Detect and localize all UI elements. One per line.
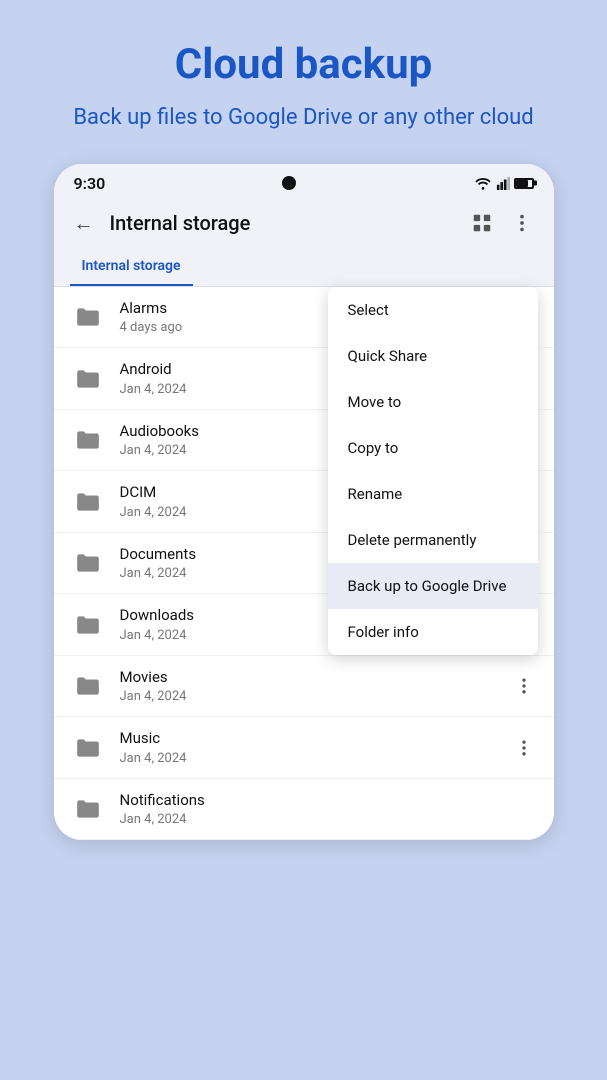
list-item: Notifications Jan 4, 2024 bbox=[54, 779, 554, 841]
file-date: Jan 4, 2024 bbox=[120, 689, 510, 704]
file-name: Music bbox=[120, 729, 510, 749]
file-list: Alarms 4 days ago Select Quick Share Mov… bbox=[54, 287, 554, 841]
menu-item-backup-google-drive[interactable]: Back up to Google Drive bbox=[328, 563, 538, 609]
file-name: Notifications bbox=[120, 791, 538, 811]
header-section: Cloud backup Back up files to Google Dri… bbox=[0, 0, 607, 154]
file-info: Music Jan 4, 2024 bbox=[120, 729, 510, 766]
file-date: Jan 4, 2024 bbox=[120, 751, 510, 766]
status-icons bbox=[474, 176, 534, 190]
overflow-menu-button[interactable] bbox=[506, 207, 538, 239]
status-time: 9:30 bbox=[74, 174, 106, 193]
toolbar-icons bbox=[466, 207, 538, 239]
wifi-icon bbox=[474, 176, 492, 190]
menu-item-folder-info[interactable]: Folder info bbox=[328, 609, 538, 655]
back-button[interactable]: ← bbox=[70, 207, 98, 240]
file-name: Movies bbox=[120, 668, 510, 688]
battery-icon bbox=[514, 178, 534, 189]
folder-icon bbox=[70, 299, 106, 335]
folder-icon bbox=[70, 422, 106, 458]
folder-icon bbox=[70, 484, 106, 520]
list-item: Movies Jan 4, 2024 bbox=[54, 656, 554, 718]
context-menu: Select Quick Share Move to Copy to Renam… bbox=[328, 287, 538, 655]
list-item: Alarms 4 days ago Select Quick Share Mov… bbox=[54, 287, 554, 349]
camera-dot bbox=[282, 176, 296, 190]
menu-item-quick-share[interactable]: Quick Share bbox=[328, 333, 538, 379]
folder-icon bbox=[70, 545, 106, 581]
folder-icon bbox=[70, 361, 106, 397]
list-item: Music Jan 4, 2024 bbox=[54, 717, 554, 779]
file-info: Notifications Jan 4, 2024 bbox=[120, 791, 538, 828]
menu-item-delete-permanently[interactable]: Delete permanently bbox=[328, 517, 538, 563]
status-bar: 9:30 bbox=[54, 164, 554, 199]
menu-item-copy-to[interactable]: Copy to bbox=[328, 425, 538, 471]
toolbar-title: Internal storage bbox=[110, 211, 454, 235]
toolbar: ← Internal storage bbox=[54, 199, 554, 248]
folder-icon bbox=[70, 791, 106, 827]
file-info: Movies Jan 4, 2024 bbox=[120, 668, 510, 705]
internal-storage-tab[interactable]: Internal storage bbox=[70, 248, 193, 286]
menu-item-select[interactable]: Select bbox=[328, 287, 538, 333]
file-date: Jan 4, 2024 bbox=[120, 812, 538, 827]
folder-icon bbox=[70, 607, 106, 643]
page-subtitle: Back up files to Google Drive or any oth… bbox=[40, 103, 567, 134]
menu-item-move-to[interactable]: Move to bbox=[328, 379, 538, 425]
signal-icon bbox=[496, 176, 510, 190]
grid-view-button[interactable] bbox=[466, 207, 498, 239]
menu-item-rename[interactable]: Rename bbox=[328, 471, 538, 517]
phone-mockup: 9:30 ← Internal storage bbox=[54, 164, 554, 841]
item-more-button[interactable] bbox=[510, 734, 538, 762]
page-title: Cloud backup bbox=[40, 40, 567, 89]
folder-icon bbox=[70, 730, 106, 766]
folder-icon bbox=[70, 668, 106, 704]
tab-bar: Internal storage bbox=[54, 248, 554, 287]
item-more-button[interactable] bbox=[510, 672, 538, 700]
